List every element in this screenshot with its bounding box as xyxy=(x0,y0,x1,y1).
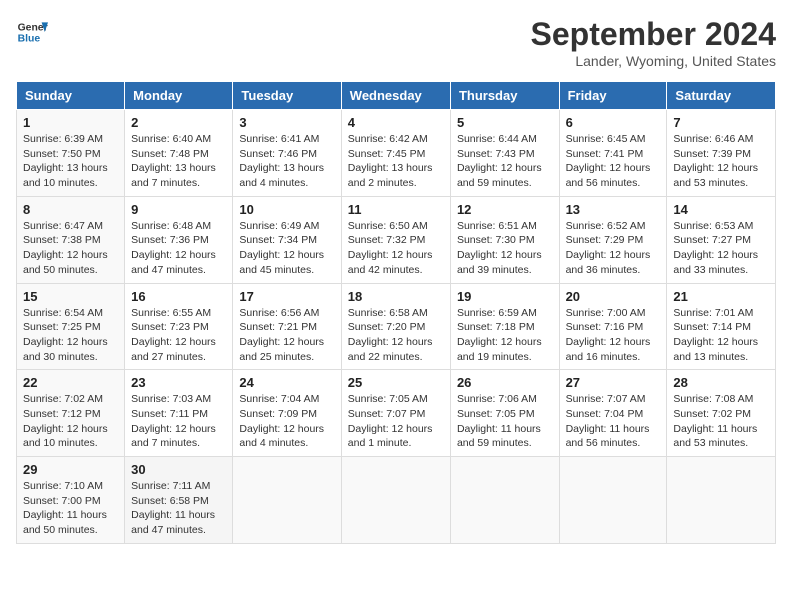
calendar-header-row: Sunday Monday Tuesday Wednesday Thursday… xyxy=(17,82,776,110)
calendar-week-0: 1Sunrise: 6:39 AMSunset: 7:50 PMDaylight… xyxy=(17,110,776,197)
calendar-cell-14: 14Sunrise: 6:53 AMSunset: 7:27 PMDayligh… xyxy=(667,196,776,283)
calendar-cell-20: 20Sunrise: 7:00 AMSunset: 7:16 PMDayligh… xyxy=(559,283,667,370)
calendar-cell-7: 7Sunrise: 6:46 AMSunset: 7:39 PMDaylight… xyxy=(667,110,776,197)
calendar-cell-18: 18Sunrise: 6:58 AMSunset: 7:20 PMDayligh… xyxy=(341,283,450,370)
calendar-cell-empty-w4-4 xyxy=(450,457,559,544)
calendar-cell-2: 2Sunrise: 6:40 AMSunset: 7:48 PMDaylight… xyxy=(125,110,233,197)
col-wednesday: Wednesday xyxy=(341,82,450,110)
calendar-cell-6: 6Sunrise: 6:45 AMSunset: 7:41 PMDaylight… xyxy=(559,110,667,197)
title-block: September 2024 Lander, Wyoming, United S… xyxy=(531,16,776,69)
location: Lander, Wyoming, United States xyxy=(531,53,776,69)
col-saturday: Saturday xyxy=(667,82,776,110)
calendar-cell-4: 4Sunrise: 6:42 AMSunset: 7:45 PMDaylight… xyxy=(341,110,450,197)
calendar-cell-5: 5Sunrise: 6:44 AMSunset: 7:43 PMDaylight… xyxy=(450,110,559,197)
calendar-cell-3: 3Sunrise: 6:41 AMSunset: 7:46 PMDaylight… xyxy=(233,110,341,197)
logo-icon: General Blue xyxy=(16,16,48,48)
calendar-cell-26: 26Sunrise: 7:06 AMSunset: 7:05 PMDayligh… xyxy=(450,370,559,457)
svg-text:Blue: Blue xyxy=(18,34,41,45)
calendar-cell-28: 28Sunrise: 7:08 AMSunset: 7:02 PMDayligh… xyxy=(667,370,776,457)
calendar-cell-30: 30Sunrise: 7:11 AMSunset: 6:58 PMDayligh… xyxy=(125,457,233,544)
calendar-week-2: 15Sunrise: 6:54 AMSunset: 7:25 PMDayligh… xyxy=(17,283,776,370)
calendar-cell-13: 13Sunrise: 6:52 AMSunset: 7:29 PMDayligh… xyxy=(559,196,667,283)
calendar-cell-empty-w4-3 xyxy=(341,457,450,544)
calendar-cell-9: 9Sunrise: 6:48 AMSunset: 7:36 PMDaylight… xyxy=(125,196,233,283)
calendar-week-4: 29Sunrise: 7:10 AMSunset: 7:00 PMDayligh… xyxy=(17,457,776,544)
page-header: General Blue September 2024 Lander, Wyom… xyxy=(16,16,776,69)
col-monday: Monday xyxy=(125,82,233,110)
col-thursday: Thursday xyxy=(450,82,559,110)
calendar-cell-empty-w4-2 xyxy=(233,457,341,544)
calendar-cell-16: 16Sunrise: 6:55 AMSunset: 7:23 PMDayligh… xyxy=(125,283,233,370)
calendar-week-1: 8Sunrise: 6:47 AMSunset: 7:38 PMDaylight… xyxy=(17,196,776,283)
calendar-table: Sunday Monday Tuesday Wednesday Thursday… xyxy=(16,81,776,544)
calendar-cell-8: 8Sunrise: 6:47 AMSunset: 7:38 PMDaylight… xyxy=(17,196,125,283)
calendar-cell-12: 12Sunrise: 6:51 AMSunset: 7:30 PMDayligh… xyxy=(450,196,559,283)
calendar-cell-27: 27Sunrise: 7:07 AMSunset: 7:04 PMDayligh… xyxy=(559,370,667,457)
calendar-cell-17: 17Sunrise: 6:56 AMSunset: 7:21 PMDayligh… xyxy=(233,283,341,370)
calendar-cell-10: 10Sunrise: 6:49 AMSunset: 7:34 PMDayligh… xyxy=(233,196,341,283)
calendar-cell-empty-w4-6 xyxy=(667,457,776,544)
calendar-cell-1: 1Sunrise: 6:39 AMSunset: 7:50 PMDaylight… xyxy=(17,110,125,197)
logo: General Blue xyxy=(16,16,48,48)
calendar-cell-24: 24Sunrise: 7:04 AMSunset: 7:09 PMDayligh… xyxy=(233,370,341,457)
calendar-cell-empty-w4-5 xyxy=(559,457,667,544)
calendar-cell-22: 22Sunrise: 7:02 AMSunset: 7:12 PMDayligh… xyxy=(17,370,125,457)
calendar-cell-19: 19Sunrise: 6:59 AMSunset: 7:18 PMDayligh… xyxy=(450,283,559,370)
calendar-cell-21: 21Sunrise: 7:01 AMSunset: 7:14 PMDayligh… xyxy=(667,283,776,370)
col-tuesday: Tuesday xyxy=(233,82,341,110)
month-title: September 2024 xyxy=(531,16,776,53)
calendar-week-3: 22Sunrise: 7:02 AMSunset: 7:12 PMDayligh… xyxy=(17,370,776,457)
calendar-cell-29: 29Sunrise: 7:10 AMSunset: 7:00 PMDayligh… xyxy=(17,457,125,544)
col-sunday: Sunday xyxy=(17,82,125,110)
calendar-cell-11: 11Sunrise: 6:50 AMSunset: 7:32 PMDayligh… xyxy=(341,196,450,283)
col-friday: Friday xyxy=(559,82,667,110)
calendar-cell-25: 25Sunrise: 7:05 AMSunset: 7:07 PMDayligh… xyxy=(341,370,450,457)
calendar-cell-15: 15Sunrise: 6:54 AMSunset: 7:25 PMDayligh… xyxy=(17,283,125,370)
calendar-cell-23: 23Sunrise: 7:03 AMSunset: 7:11 PMDayligh… xyxy=(125,370,233,457)
